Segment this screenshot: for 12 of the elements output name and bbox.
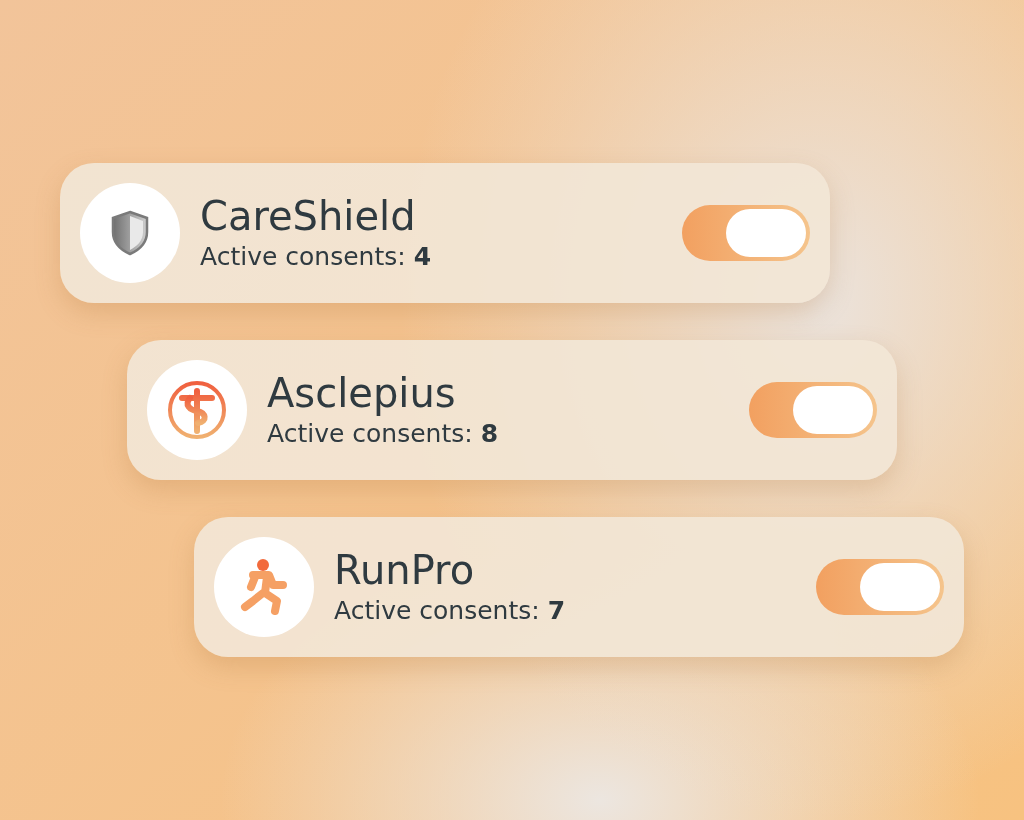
consent-count: Active consents: 4 xyxy=(200,241,433,273)
app-name: Asclepius xyxy=(267,369,457,417)
shield-icon xyxy=(110,210,150,256)
runner-icon xyxy=(239,557,289,617)
app-name: CareShield xyxy=(200,192,417,240)
app-name: RunPro xyxy=(334,546,476,594)
consent-count: Active consents: 7 xyxy=(334,595,567,627)
toggle-switch[interactable] xyxy=(682,205,810,261)
consent-count: Active consents: 8 xyxy=(267,418,500,450)
medical-symbol-icon xyxy=(166,379,228,441)
toggle-switch[interactable] xyxy=(816,559,944,615)
toggle-switch[interactable] xyxy=(749,382,877,438)
